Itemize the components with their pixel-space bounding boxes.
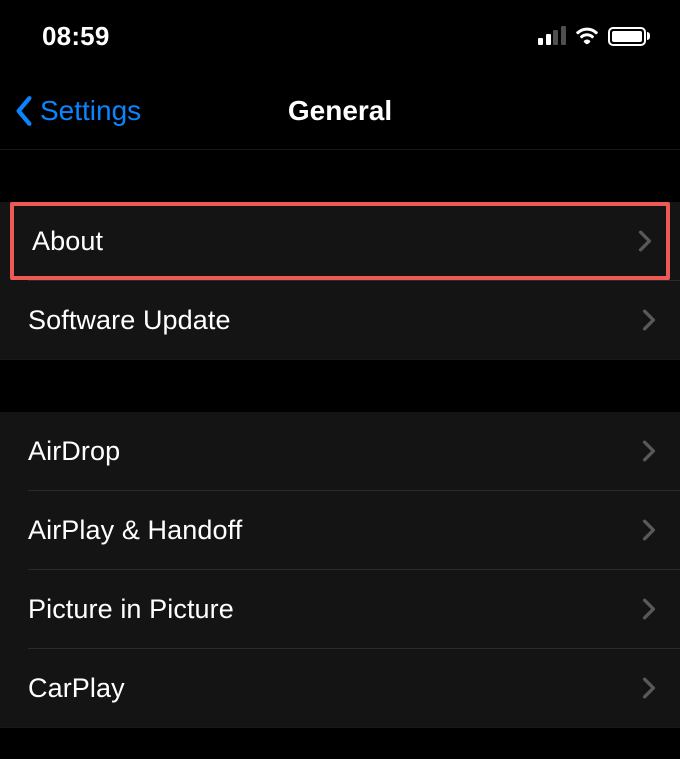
row-label: AirDrop xyxy=(28,436,120,467)
row-airplay-handoff[interactable]: AirPlay & Handoff xyxy=(0,491,680,569)
row-label: CarPlay xyxy=(28,673,125,704)
cellular-signal-icon xyxy=(538,27,566,45)
row-label: AirPlay & Handoff xyxy=(28,515,242,546)
settings-group-2: AirDrop AirPlay & Handoff Picture in Pic… xyxy=(0,412,680,727)
settings-group-1: About Software Update xyxy=(0,202,680,359)
chevron-right-icon xyxy=(642,309,656,331)
group-spacer xyxy=(0,360,680,412)
back-button[interactable]: Settings xyxy=(0,95,141,127)
row-label: About xyxy=(32,226,103,257)
highlight-box: About xyxy=(10,202,670,280)
chevron-left-icon xyxy=(14,95,34,127)
row-label: Picture in Picture xyxy=(28,594,234,625)
wifi-icon xyxy=(574,26,600,46)
row-software-update[interactable]: Software Update xyxy=(0,281,680,359)
back-label: Settings xyxy=(40,95,141,127)
row-carplay[interactable]: CarPlay xyxy=(0,649,680,727)
status-indicators xyxy=(538,26,650,46)
chevron-right-icon xyxy=(642,440,656,462)
chevron-right-icon xyxy=(642,598,656,620)
row-airdrop[interactable]: AirDrop xyxy=(0,412,680,490)
row-picture-in-picture[interactable]: Picture in Picture xyxy=(0,570,680,648)
chevron-right-icon xyxy=(638,230,652,252)
chevron-right-icon xyxy=(642,677,656,699)
chevron-right-icon xyxy=(642,519,656,541)
row-about[interactable]: About xyxy=(14,206,666,276)
page-title: General xyxy=(288,95,392,127)
row-label: Software Update xyxy=(28,305,231,336)
battery-icon xyxy=(608,27,651,46)
separator xyxy=(0,727,680,728)
status-bar: 08:59 xyxy=(0,0,680,72)
group-spacer xyxy=(0,150,680,202)
nav-header: Settings General xyxy=(0,72,680,150)
status-time: 08:59 xyxy=(42,21,110,52)
